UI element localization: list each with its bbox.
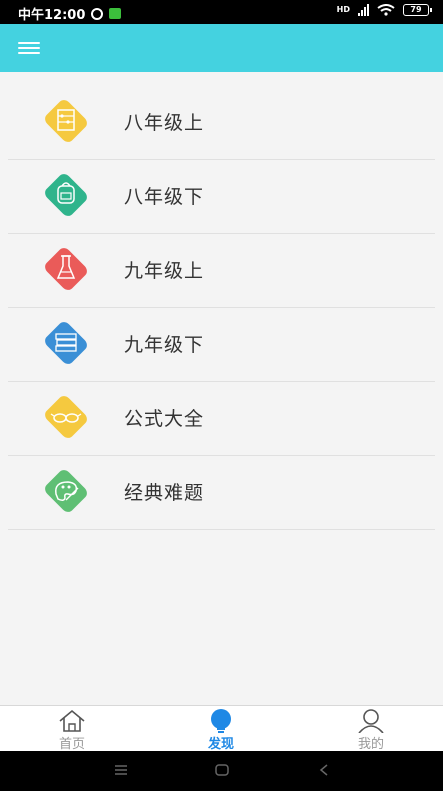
tab-discover[interactable]: 发现 [166,706,276,752]
list-item-label: 九年级下 [124,334,205,356]
app-bar [0,24,443,72]
system-navigation-bar [0,751,443,791]
back-icon[interactable] [318,763,330,777]
list-item-grade9-first[interactable]: 九年级上 [8,234,435,308]
lightbulb-icon [211,709,231,733]
status-bar: 中午12:00 HD 79 [0,0,443,24]
books-icon [45,322,87,364]
user-icon [358,709,384,733]
tab-home-label: 首页 [58,737,85,752]
battery-icon: 79 [403,4,432,16]
list-item-classic-problems[interactable]: 经典难题 [8,456,435,530]
list-item-grade8-second[interactable]: 八年级下 [8,160,435,234]
flask-icon [45,248,87,290]
glasses-icon [45,396,87,438]
tab-mine[interactable]: 我的 [316,706,426,752]
hd-indicator: HD [336,5,350,14]
tab-discover-label: 发现 [207,737,234,752]
list-item-formulas[interactable]: 公式大全 [8,382,435,456]
list-item-label: 经典难题 [124,482,205,504]
status-time: 中午12:00 [18,8,86,23]
tab-mine-label: 我的 [357,737,384,752]
home-icon [59,709,85,732]
list-item-label: 八年级上 [124,112,205,134]
list-item-label: 公式大全 [124,408,205,430]
alarm-icon [91,7,104,20]
menu-icon[interactable] [18,42,40,56]
abacus-icon [45,100,87,142]
recent-apps-icon[interactable] [114,763,128,777]
list-item-grade9-second[interactable]: 九年级下 [8,308,435,382]
bottom-navigation: 首页 发现 我的 [0,705,443,752]
backpack-icon [45,174,87,216]
signal-icon [358,4,369,16]
list-item-label: 九年级上 [124,260,205,282]
tab-home[interactable]: 首页 [17,706,127,752]
list-item-label: 八年级下 [124,186,205,208]
list-item-grade8-first[interactable]: 八年级上 [8,86,435,160]
wifi-icon [377,4,395,16]
home-key-icon[interactable] [214,763,230,777]
palette-icon [45,470,87,512]
grade-list: 八年级上 八年级下 九年级上 九年级下 公式大全 经典难题 [0,86,443,530]
wechat-notification-icon [109,8,122,19]
